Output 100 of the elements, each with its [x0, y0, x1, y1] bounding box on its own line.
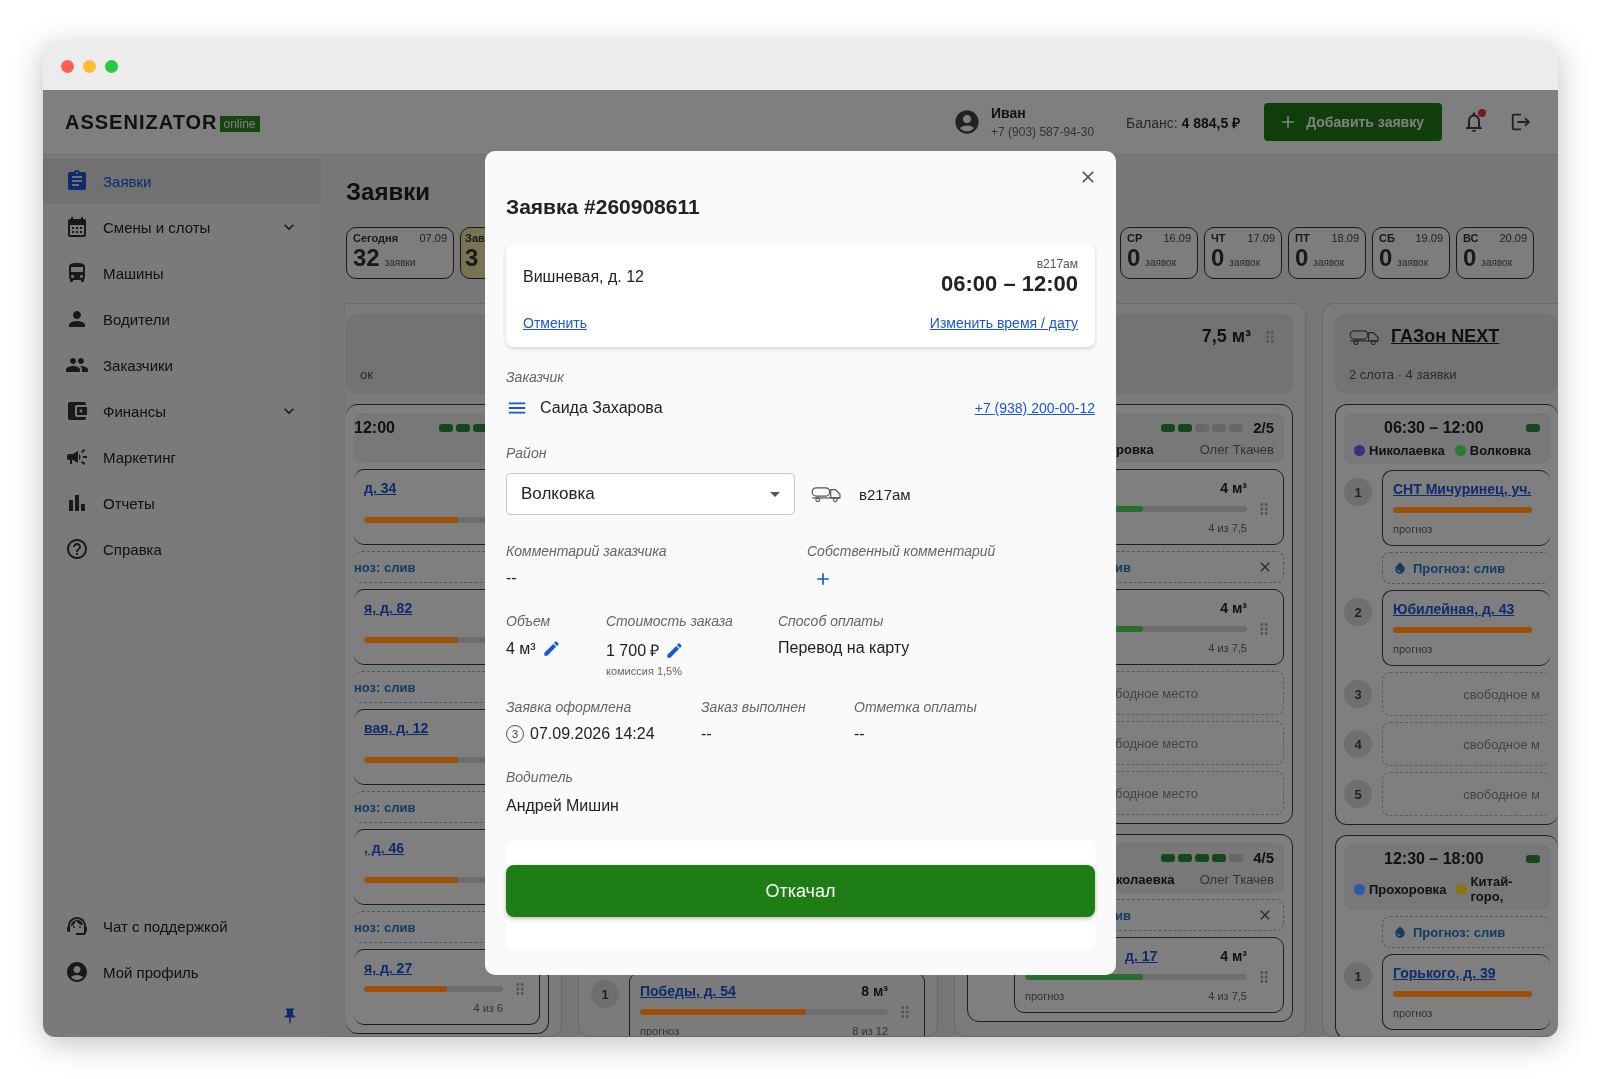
forecast-label: ноз: слив	[354, 679, 416, 695]
sidebar-item[interactable]: Водители	[43, 296, 321, 342]
headset-icon	[65, 914, 89, 938]
volume-count: 4 из 7,5	[1208, 642, 1247, 656]
address-link[interactable]: я, д. 27	[364, 960, 413, 980]
profile-icon	[65, 960, 89, 984]
free-slot-label: свободное м	[1463, 736, 1540, 752]
logo-tag: online	[219, 115, 260, 132]
free-slot-label: бодное место	[1115, 785, 1198, 801]
volume-text: 4 м³	[1220, 600, 1247, 618]
sidebar-item[interactable]: Смены и слоты	[43, 204, 321, 250]
edit-button[interactable]	[541, 639, 561, 658]
sidebar-item[interactable]: Отчеты	[43, 480, 321, 526]
district-label: Китай-горо,	[1456, 874, 1540, 904]
sidebar-item[interactable]: Мой профиль	[43, 949, 321, 995]
free-slot-label: свободное м	[1463, 686, 1540, 702]
address-link[interactable]: , д. 46	[364, 840, 405, 871]
load-ratio: 2/5	[1253, 419, 1274, 436]
address-link[interactable]: я, д. 82	[364, 600, 413, 631]
forecast-note: прогноз	[1025, 990, 1065, 1004]
vehicle-plate: в217ам	[1036, 257, 1078, 271]
address-link[interactable]: д. 34	[364, 480, 397, 511]
field-label: Заказчик	[506, 369, 565, 385]
forecast-label: ноз: слив	[354, 559, 416, 575]
slot-number: 1	[591, 980, 619, 1008]
address-link[interactable]: СНТ Мичуринец, уч.	[1393, 481, 1532, 501]
pumped-out-button[interactable]: Откачал	[506, 865, 1095, 917]
user-phone: +7 (903) 587-94-30	[991, 125, 1095, 139]
address-link[interactable]: Победы, д. 54	[640, 983, 736, 1003]
forecast-label: Прогноз: слив	[1413, 560, 1506, 576]
day-card[interactable]: ЧТ 17.09 0 заявок	[1204, 227, 1282, 279]
free-slot-label: бодное место	[1115, 735, 1198, 751]
user-name: Иван	[991, 105, 1027, 121]
vehicle-volume: 7,5 м³	[1201, 326, 1251, 347]
forecast-note: прогноз	[1393, 1007, 1433, 1021]
calendar-icon	[65, 215, 89, 239]
day-card[interactable]: Сегодня 07.09 32 заявки	[346, 227, 454, 279]
district-select[interactable]: Волковка	[506, 473, 795, 515]
commission-note: комиссия 1,5%	[606, 665, 683, 677]
sidebar-item[interactable]: Чат с поддержкой	[43, 903, 321, 949]
slot-time: 12:30 – 18:00	[1384, 850, 1484, 868]
sidebar-item[interactable]: Машины	[43, 250, 321, 296]
time-window: 06:00 – 12:00	[941, 271, 1078, 297]
drop-icon	[1393, 925, 1407, 939]
sidebar-item[interactable]: Заказчики	[43, 342, 321, 388]
customer-name: Саида Захарова	[540, 399, 663, 417]
sidebar-item[interactable]: Финансы	[43, 388, 321, 434]
forecast-label: ив	[1115, 907, 1131, 923]
logo-text: ASSENIZATOR	[65, 110, 218, 134]
caret-icon	[770, 491, 780, 497]
page-title: Заявки	[346, 177, 430, 207]
field-label: Отметка оплаты	[854, 699, 978, 715]
volume-count: 4 из 6	[473, 1002, 503, 1016]
volume-text: 4 м³	[1220, 948, 1247, 966]
sidebar-item[interactable]: Заявки	[43, 158, 321, 204]
district-label: Николаевка	[1354, 443, 1445, 458]
day-card[interactable]: СБ 19.09 0 заявок	[1372, 227, 1450, 279]
address-link[interactable]: Горького, д. 39	[1393, 965, 1496, 985]
reschedule-link[interactable]: Изменить время / дату	[929, 315, 1078, 331]
clipboard-icon	[65, 169, 89, 193]
phone-link[interactable]: +7 (938) 200-00-12	[974, 400, 1095, 416]
field-value: 4 м³	[506, 639, 536, 658]
district-label: колаевка	[1116, 872, 1175, 887]
forecast-note: прогноз	[1393, 643, 1433, 657]
window-control[interactable]	[61, 59, 74, 73]
address-link[interactable]: вая, д. 12	[364, 720, 429, 751]
field-label: Район	[506, 445, 548, 461]
field-value: --	[701, 725, 712, 743]
sidebar-item[interactable]: Справка	[43, 526, 321, 572]
balance-text: Баланс: 4 884,5 ₽	[1126, 113, 1241, 132]
field-value: 1 700 ₽	[606, 641, 660, 661]
order-address: Вишневая, д. 12	[523, 268, 645, 286]
dialog-title: Заявка #260908611	[506, 195, 701, 219]
add-order-button[interactable]: Добавить заявку	[1264, 103, 1442, 141]
volume-count: 4 из 7,5	[1208, 990, 1247, 1004]
driver-name: Олег Ткачев	[1199, 442, 1274, 457]
day-card[interactable]: ПТ 18.09 0 заявок	[1288, 227, 1366, 279]
pencil-icon	[541, 639, 561, 658]
field-label: Заказ выполнен	[701, 699, 807, 715]
vehicle-summary: 2 слота · 4 заявки	[1349, 367, 1458, 382]
slot-number: 2	[1344, 598, 1372, 626]
vehicle-name[interactable]: ГАЗон NEXT	[1391, 326, 1500, 347]
address-link[interactable]: Юбилейная, д. 43	[1393, 601, 1515, 621]
forecast-label: ноз: слив	[354, 799, 416, 815]
window-control[interactable]	[105, 59, 118, 73]
district-label: Прохоровка	[1354, 881, 1447, 897]
cancel-link[interactable]: Отменить	[523, 315, 930, 331]
day-card[interactable]: ВС 20.09 0 заявок	[1456, 227, 1534, 279]
day-card[interactable]: СР 16.09 0 заявок	[1120, 227, 1198, 279]
wallet-icon	[65, 399, 89, 423]
slot-number: 1	[1344, 962, 1372, 990]
address-link[interactable]: д. 17	[1125, 948, 1158, 968]
avatar-icon[interactable]	[953, 108, 982, 136]
field-label: Стоимость заказа	[606, 613, 734, 629]
forecast-label: ноз: слив	[354, 919, 416, 935]
volume-count: 8 из 12	[852, 1025, 888, 1036]
help-icon	[65, 537, 89, 561]
forecast-label: ив	[1115, 559, 1131, 575]
free-slot-label: свободное м	[1463, 786, 1540, 802]
sidebar-item[interactable]: Маркетинг	[43, 434, 321, 480]
